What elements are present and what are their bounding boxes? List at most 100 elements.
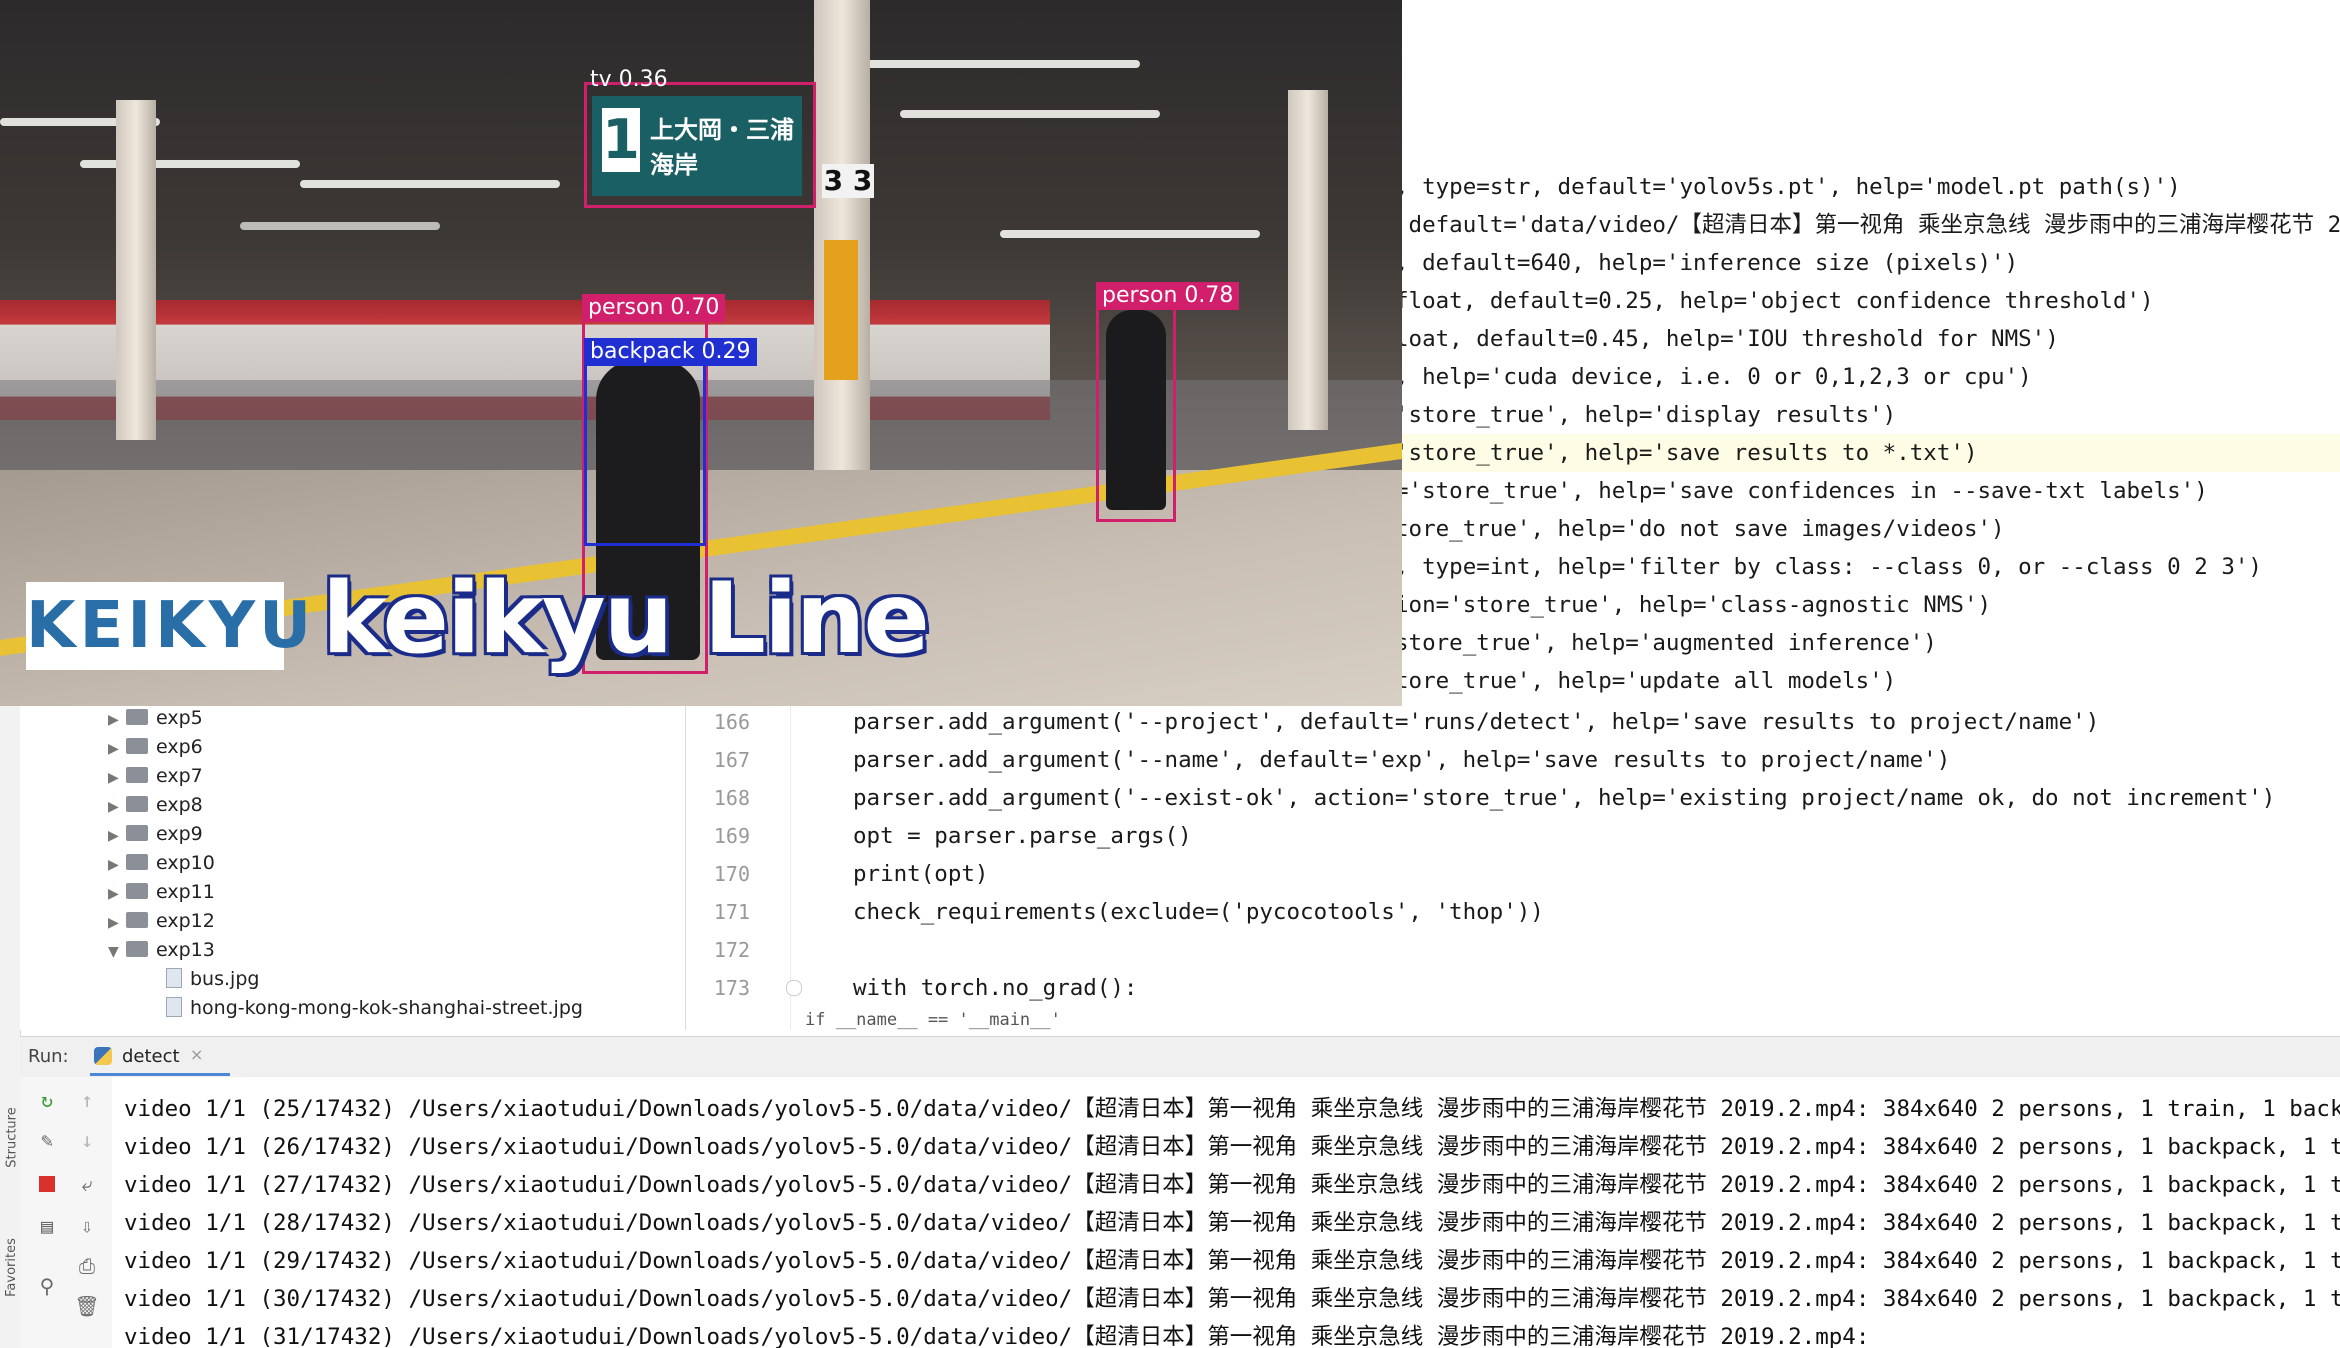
line-number: 171 — [713, 900, 750, 924]
folder-icon — [126, 824, 148, 841]
favorites-tab[interactable]: Favorites — [4, 1238, 19, 1297]
run-tool-window-header: Run: detect × — [20, 1036, 2340, 1078]
console-line: video 1/1 (31/17432) /Users/xiaotudui/Do… — [124, 1324, 1870, 1348]
code-line[interactable]: , help='cuda device, i.e. 0 or 0,1,2,3 o… — [1395, 358, 2032, 396]
exit-sign — [824, 240, 858, 380]
chevron-right-icon[interactable]: ▶ — [108, 735, 126, 764]
code-line[interactable]: , type=int, help='filter by class: --cla… — [1395, 548, 2262, 586]
tree-folder[interactable]: ▶ exp12 — [108, 907, 215, 936]
console-line: video 1/1 (26/17432) /Users/xiaotudui/Do… — [124, 1134, 2340, 1160]
chevron-right-icon[interactable]: ▶ — [108, 822, 126, 851]
folder-icon — [126, 737, 148, 754]
fold-marker-icon[interactable] — [786, 980, 802, 996]
wrench-icon[interactable]: ✎ — [34, 1127, 60, 1153]
tree-folder[interactable]: ▶ exp11 — [108, 878, 215, 907]
chevron-down-icon[interactable]: ▼ — [108, 938, 126, 967]
left-tool-strip: Structure Favorites — [0, 700, 21, 1348]
soft-wrap-icon[interactable]: ⤶ — [74, 1171, 100, 1197]
line-number: 169 — [713, 824, 750, 848]
folder-icon — [126, 882, 148, 899]
tree-folder[interactable]: ▶ exp5 — [108, 704, 203, 733]
run-toolbar: ↻ ↑ ✎ ↓ ⤶ ▤ ⇩ ⎙ ⚲ 🗑 — [20, 1077, 113, 1348]
folder-icon — [126, 766, 148, 783]
detection-label-backpack: backpack 0.29 — [584, 338, 757, 366]
tree-folder-expanded[interactable]: ▼ exp13 — [108, 936, 215, 965]
line-number: 172 — [713, 938, 750, 962]
folder-icon — [126, 853, 148, 870]
code-line[interactable]: ion='store_true', help='class-agnostic N… — [1395, 586, 1991, 624]
code-line[interactable]: 'store_true', help='save results to *.tx… — [1395, 434, 1977, 472]
folder-icon — [126, 795, 148, 812]
code-line[interactable]: print(opt) — [853, 855, 988, 893]
rerun-icon[interactable]: ↻ — [34, 1087, 60, 1113]
stop-icon[interactable] — [39, 1176, 55, 1192]
console-line: video 1/1 (29/17432) /Users/xiaotudui/Do… — [124, 1248, 2340, 1274]
code-line[interactable]: ='store_true', help='save confidences in… — [1395, 472, 2208, 510]
image-file-icon — [166, 996, 182, 1017]
code-line[interactable]: check_requirements(exclude=('pycocotools… — [853, 893, 1544, 931]
code-line[interactable]: , default=640, help='inference size (pix… — [1395, 244, 2018, 282]
code-line[interactable]: with torch.no_grad(): — [853, 969, 1137, 1007]
chevron-right-icon[interactable]: ▶ — [108, 909, 126, 938]
structure-tab[interactable]: Structure — [5, 1107, 20, 1167]
code-line[interactable]: default='data/video/【超清日本】第一视角 乘坐京急线 漫步雨… — [1395, 206, 2340, 244]
trash-icon[interactable]: 🗑 — [74, 1293, 100, 1319]
console-line: video 1/1 (25/17432) /Users/xiaotudui/Do… — [124, 1096, 2340, 1122]
code-line[interactable]: store_true', help='augmented inference') — [1395, 624, 1937, 662]
tree-folder[interactable]: ▶ exp10 — [108, 849, 215, 878]
tree-folder[interactable]: ▶ exp6 — [108, 733, 203, 762]
line-title: keikyu Line — [322, 562, 930, 676]
run-label: Run: — [28, 1046, 69, 1067]
detection-box-backpack — [584, 346, 706, 546]
code-line[interactable]: loat, default=0.45, help='IOU threshold … — [1395, 320, 2059, 358]
detection-box-person — [1096, 306, 1176, 522]
breadcrumb[interactable]: if __name__ == '__main__' — [805, 1010, 1061, 1030]
pillar — [116, 100, 156, 440]
code-line[interactable]: tore_true', help='do not save images/vid… — [1395, 510, 2005, 548]
print-icon[interactable]: ⎙ — [74, 1253, 100, 1279]
code-line[interactable]: 'store_true', help='display results') — [1395, 396, 1896, 434]
scroll-to-end-icon[interactable]: ⇩ — [74, 1213, 100, 1239]
pillar-number: 3 3 — [822, 164, 874, 198]
arrow-up-icon[interactable]: ↑ — [74, 1087, 100, 1113]
line-number: 173 — [713, 976, 750, 1000]
active-tab-indicator — [90, 1073, 230, 1076]
tree-file[interactable]: bus.jpg — [166, 965, 259, 994]
detection-label-person: person 0.70 — [582, 294, 726, 322]
detection-label-person: person 0.78 — [1096, 282, 1240, 310]
detection-label-tv: tv 0.36 — [590, 67, 668, 92]
chevron-right-icon[interactable]: ▶ — [108, 793, 126, 822]
console-line: video 1/1 (30/17432) /Users/xiaotudui/Do… — [124, 1286, 2340, 1312]
tree-folder[interactable]: ▶ exp9 — [108, 820, 203, 849]
folder-icon — [126, 708, 148, 725]
tree-folder[interactable]: ▶ exp8 — [108, 791, 203, 820]
tree-folder[interactable]: ▶ exp7 — [108, 762, 203, 791]
chevron-right-icon[interactable]: ▶ — [108, 706, 126, 735]
pillar — [1288, 90, 1328, 430]
close-tab-icon[interactable]: × — [190, 1045, 203, 1064]
folder-icon — [126, 940, 148, 957]
code-line[interactable]: parser.add_argument('--name', default='e… — [853, 741, 1950, 779]
chevron-right-icon[interactable]: ▶ — [108, 764, 126, 793]
layout-icon[interactable]: ▤ — [34, 1213, 60, 1239]
python-icon — [94, 1047, 112, 1065]
arrow-down-icon[interactable]: ↓ — [74, 1127, 100, 1153]
code-line[interactable]: , type=str, default='yolov5s.pt', help='… — [1395, 168, 2181, 206]
line-number: 167 — [713, 748, 750, 772]
code-line[interactable]: parser.add_argument('--exist-ok', action… — [853, 779, 2275, 817]
tab-detect[interactable]: detect — [122, 1046, 180, 1067]
run-console[interactable]: video 1/1 (25/17432) /Users/xiaotudui/Do… — [112, 1077, 2340, 1348]
pin-icon[interactable]: ⚲ — [34, 1273, 60, 1299]
chevron-right-icon[interactable]: ▶ — [108, 880, 126, 909]
detection-box-tv — [584, 82, 816, 208]
code-line[interactable]: opt = parser.parse_args() — [853, 817, 1192, 855]
detection-video-window[interactable]: 3 3 1 上大岡・三浦海岸 tv 0.36 person 0.70 backp… — [0, 0, 1402, 706]
code-line[interactable]: float, default=0.25, help='object confid… — [1395, 282, 2154, 320]
tree-file[interactable]: hong-kong-mong-kok-shanghai-street.jpg — [166, 994, 583, 1023]
chevron-right-icon[interactable]: ▶ — [108, 851, 126, 880]
image-file-icon — [166, 967, 182, 988]
code-line[interactable]: parser.add_argument('--project', default… — [853, 703, 2099, 741]
code-line[interactable]: tore_true', help='update all models') — [1395, 662, 1896, 700]
project-tree[interactable]: ▶ exp5 ▶ exp6 ▶ exp7 ▶ exp8 ▶ exp9 ▶ exp10 ▶ ex… — [20, 700, 686, 1030]
line-number: 170 — [713, 862, 750, 886]
